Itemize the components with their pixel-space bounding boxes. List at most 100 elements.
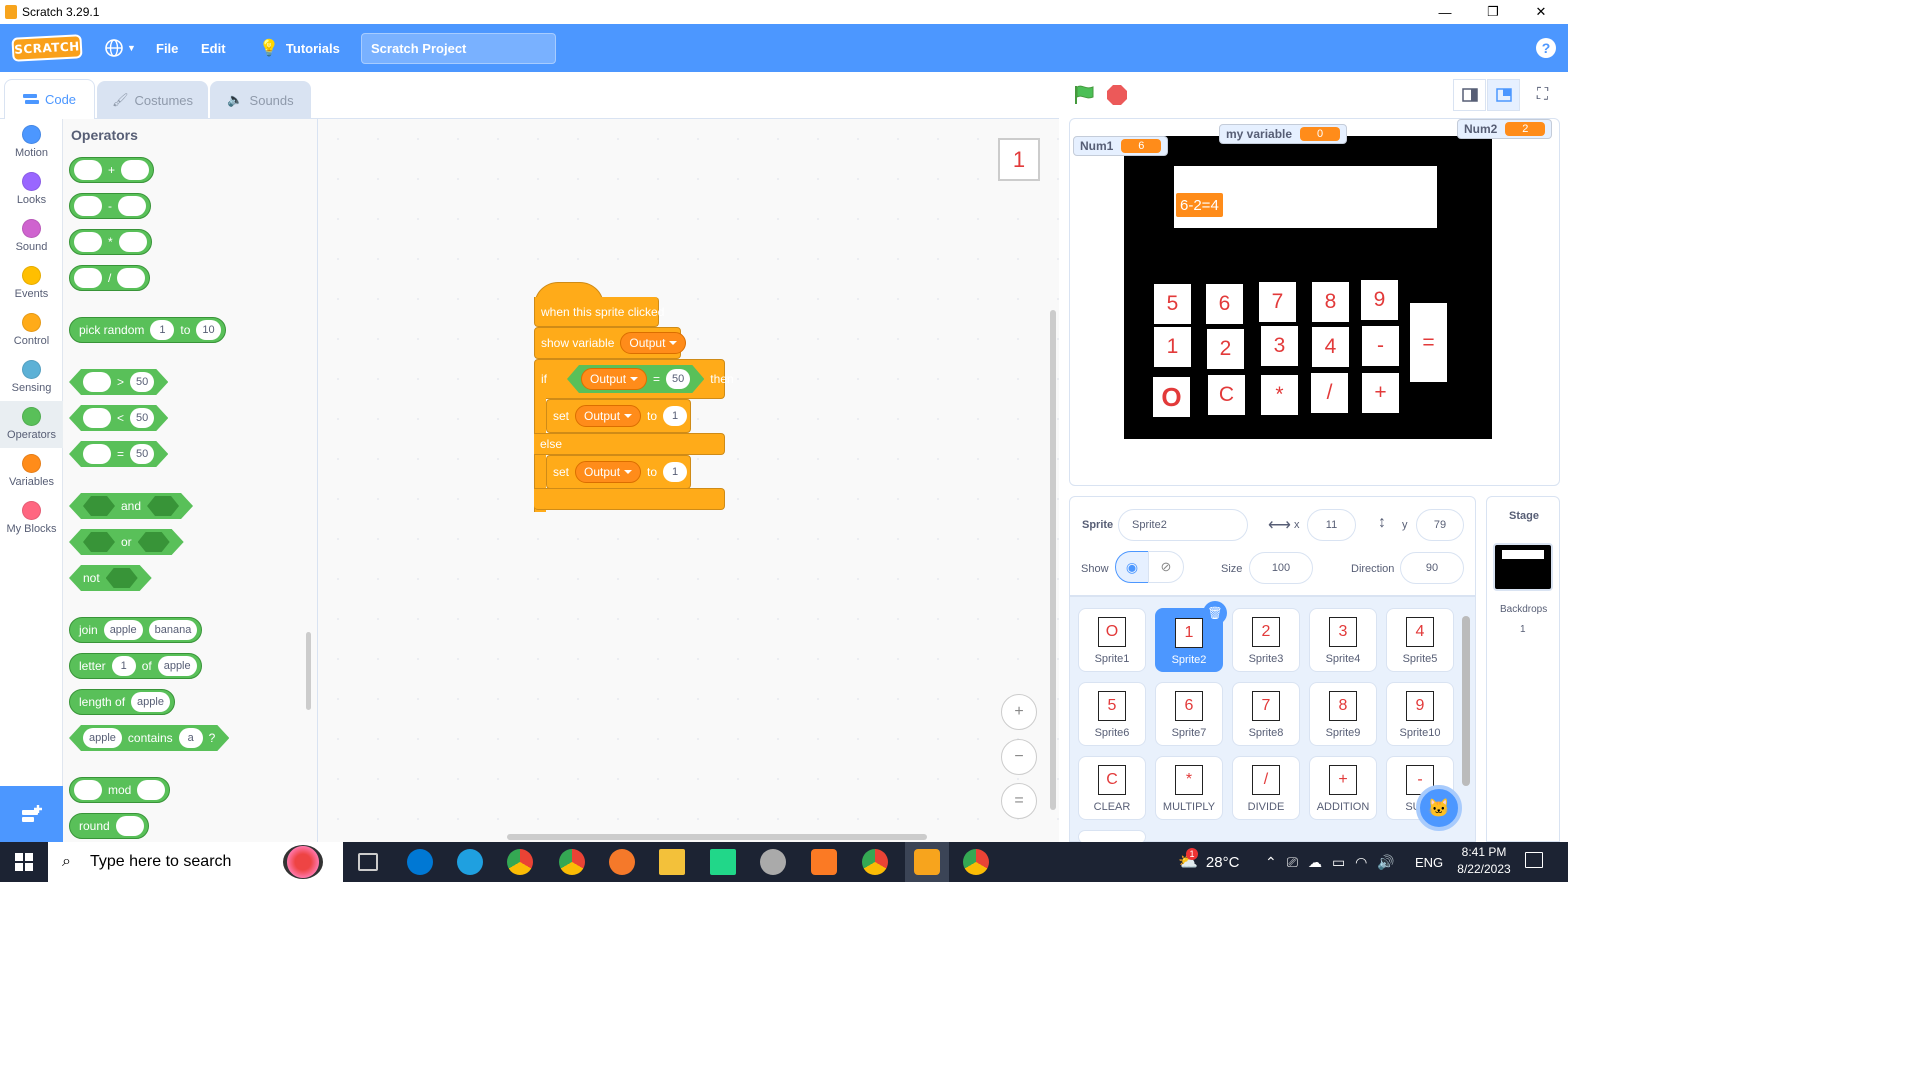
add-extension-button[interactable] bbox=[0, 786, 63, 842]
edge-icon[interactable] bbox=[457, 849, 483, 875]
input-slot[interactable] bbox=[115, 816, 144, 836]
greater-than-block[interactable]: >50 bbox=[69, 369, 168, 395]
tab-code[interactable]: Code bbox=[4, 79, 95, 119]
boolean-slot[interactable] bbox=[138, 532, 170, 552]
workspace-horizontal-scrollbar[interactable] bbox=[507, 834, 927, 840]
scratch-taskbar-active[interactable] bbox=[905, 842, 949, 882]
key-7[interactable]: 7 bbox=[1259, 282, 1296, 322]
or-block[interactable]: or bbox=[69, 529, 184, 555]
task-view-icon[interactable] bbox=[358, 853, 378, 871]
chrome-icon-3[interactable] bbox=[862, 849, 888, 875]
not-block[interactable]: not bbox=[69, 565, 152, 591]
edit-menu[interactable]: Edit bbox=[201, 24, 226, 72]
sprite-tile[interactable]: 4 Sprite5 bbox=[1386, 608, 1454, 672]
variable-dropdown[interactable]: Output bbox=[620, 332, 687, 354]
input-slot[interactable] bbox=[121, 160, 150, 180]
category-motion[interactable]: Motion bbox=[0, 119, 63, 166]
key-plus[interactable]: + bbox=[1362, 373, 1399, 413]
notification-center-icon[interactable] bbox=[1525, 852, 1543, 868]
multiply-block[interactable]: * bbox=[69, 229, 152, 255]
input-slot[interactable]: apple bbox=[83, 728, 122, 748]
language-indicator[interactable]: ENG bbox=[1415, 842, 1443, 882]
stop-icon[interactable] bbox=[1107, 85, 1127, 105]
zoom-reset-button[interactable]: = bbox=[1001, 783, 1037, 819]
tab-costumes[interactable]: 🖌 Costumes bbox=[97, 81, 208, 118]
green-flag-icon[interactable] bbox=[1073, 85, 1095, 105]
key-3[interactable]: 3 bbox=[1261, 326, 1298, 366]
less-than-block[interactable]: <50 bbox=[69, 405, 168, 431]
scratch-logo[interactable]: SCRATCH bbox=[11, 34, 83, 62]
backdrop-thumbnail[interactable] bbox=[1493, 543, 1553, 591]
letter-of-block[interactable]: letter 1 of apple bbox=[69, 653, 202, 679]
length-of-block[interactable]: length of apple bbox=[69, 689, 175, 715]
direction-input[interactable]: 90 bbox=[1400, 552, 1464, 584]
battery-icon[interactable]: ▭ bbox=[1332, 854, 1345, 871]
key-clear[interactable]: C bbox=[1208, 375, 1245, 415]
input-slot[interactable] bbox=[83, 408, 111, 428]
input-slot[interactable] bbox=[74, 268, 102, 288]
input-slot[interactable] bbox=[118, 232, 147, 252]
key-4[interactable]: 4 bbox=[1312, 327, 1349, 367]
tutorials-menu[interactable]: 💡 Tutorials bbox=[259, 24, 340, 72]
file-menu[interactable]: File bbox=[156, 24, 178, 72]
sprite-tile[interactable]: 8 Sprite9 bbox=[1309, 682, 1377, 746]
chevron-up-icon[interactable]: ⌃ bbox=[1265, 854, 1277, 871]
when-sprite-clicked-block[interactable]: when this sprite clicked bbox=[534, 297, 664, 327]
category-variables[interactable]: Variables bbox=[0, 448, 63, 495]
if-else-block[interactable]: if Output = 50 then bbox=[534, 359, 734, 399]
sprite-tile[interactable]: / DIVIDE bbox=[1232, 756, 1300, 820]
tab-sounds[interactable]: 🔈 Sounds bbox=[210, 81, 311, 118]
chrome-icon-2[interactable] bbox=[559, 849, 585, 875]
add-block[interactable]: + bbox=[69, 157, 155, 183]
sprite-tile[interactable]: 9 Sprite10 bbox=[1386, 682, 1454, 746]
set-variable-block-1[interactable]: set Output to 1 bbox=[546, 399, 691, 433]
input-slot[interactable]: 1 bbox=[111, 656, 136, 676]
monitor-my-variable[interactable]: my variable 0 bbox=[1219, 124, 1348, 144]
category-sound[interactable]: Sound bbox=[0, 213, 63, 260]
database-icon[interactable] bbox=[760, 849, 786, 875]
pycharm-icon[interactable] bbox=[710, 849, 736, 875]
key-5[interactable]: 5 bbox=[1154, 284, 1191, 324]
sprite-name-input[interactable]: Sprite2 bbox=[1118, 509, 1248, 541]
input-slot[interactable] bbox=[74, 160, 102, 180]
sprite-tile[interactable]: + ADDITION bbox=[1309, 756, 1377, 820]
input-slot[interactable] bbox=[74, 232, 102, 252]
variable-dropdown[interactable]: Output bbox=[575, 405, 642, 427]
input-slot[interactable]: 1 bbox=[150, 320, 175, 340]
show-variable-block[interactable]: show variable Output bbox=[534, 327, 687, 359]
zoom-out-button[interactable]: − bbox=[1001, 739, 1037, 775]
category-events[interactable]: Events bbox=[0, 260, 63, 307]
choose-sprite-button[interactable]: 🐱 bbox=[1416, 785, 1462, 831]
input-slot[interactable]: 50 bbox=[666, 369, 690, 389]
show-hidden-button[interactable]: ⊘ bbox=[1148, 551, 1184, 583]
input-slot[interactable]: 50 bbox=[130, 408, 154, 428]
minimize-button[interactable]: — bbox=[1422, 0, 1468, 24]
input-slot[interactable]: apple bbox=[131, 692, 170, 712]
workspace-vertical-scrollbar[interactable] bbox=[1050, 310, 1056, 810]
boolean-slot[interactable] bbox=[83, 496, 115, 516]
boolean-slot[interactable] bbox=[106, 568, 138, 588]
boolean-slot[interactable] bbox=[147, 496, 179, 516]
divide-block[interactable]: / bbox=[69, 265, 151, 291]
chrome-icon-4[interactable] bbox=[963, 849, 989, 875]
key-multiply[interactable]: * bbox=[1261, 375, 1298, 415]
weather-widget[interactable]: ⛅ 28°C bbox=[1178, 842, 1239, 882]
key-divide[interactable]: / bbox=[1311, 373, 1348, 413]
sprite-tile[interactable]: 6 Sprite7 bbox=[1155, 682, 1223, 746]
input-slot[interactable]: 1 bbox=[663, 406, 688, 426]
input-slot[interactable]: 10 bbox=[196, 320, 221, 340]
join-block[interactable]: join apple banana bbox=[69, 617, 203, 643]
chrome-icon[interactable] bbox=[507, 849, 533, 875]
zoom-in-button[interactable]: + bbox=[1001, 694, 1037, 730]
input-slot[interactable] bbox=[118, 196, 146, 216]
boolean-slot[interactable] bbox=[83, 532, 115, 552]
input-slot[interactable] bbox=[83, 444, 111, 464]
key-minus[interactable]: - bbox=[1362, 326, 1399, 366]
small-stage-button[interactable] bbox=[1453, 79, 1486, 111]
key-2[interactable]: 2 bbox=[1207, 329, 1244, 369]
sprite-tile[interactable]: O Sprite1 bbox=[1078, 608, 1146, 672]
y-input[interactable]: 79 bbox=[1416, 509, 1464, 541]
file-explorer-icon[interactable] bbox=[659, 849, 685, 875]
input-slot[interactable]: 50 bbox=[130, 372, 154, 392]
start-button[interactable] bbox=[15, 853, 33, 874]
